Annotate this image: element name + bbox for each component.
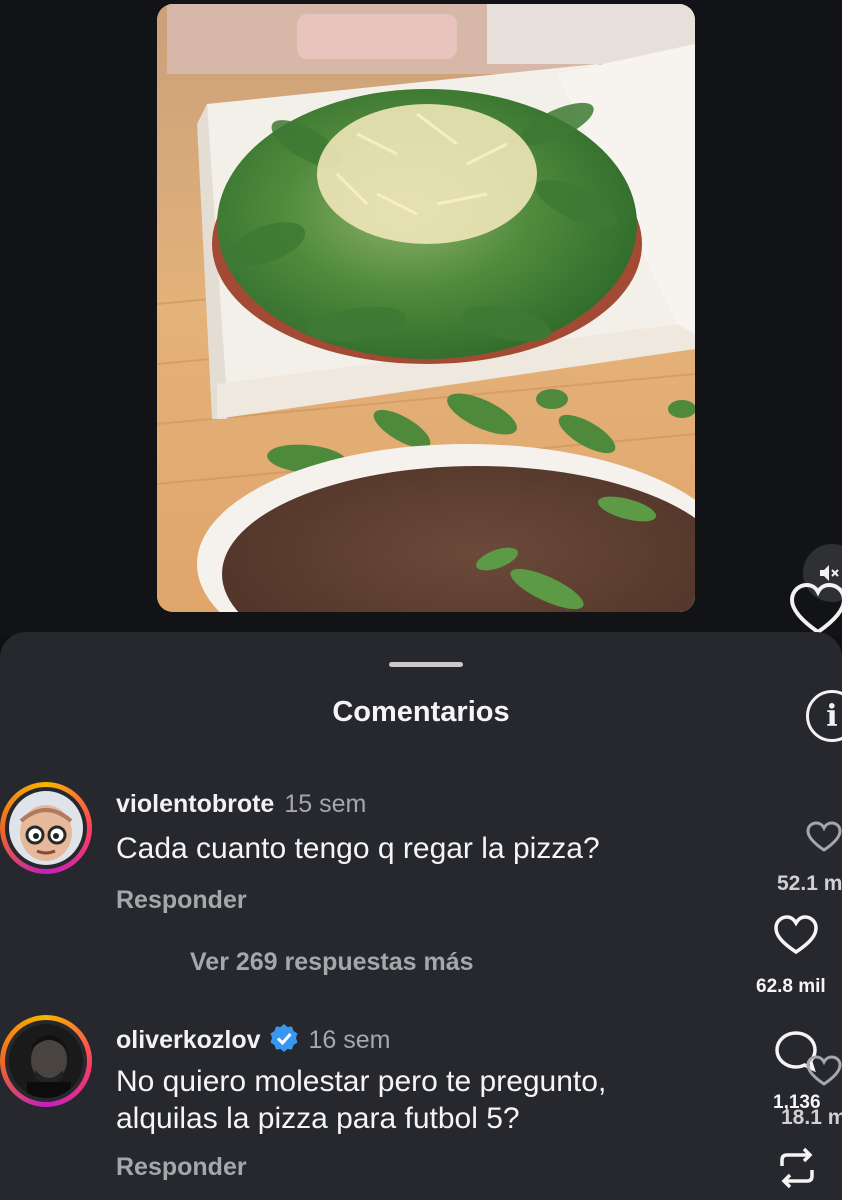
comment-text: Cada cuanto tengo q regar la pizza? <box>116 832 600 865</box>
reel-video[interactable] <box>157 4 695 612</box>
reply-button[interactable]: Responder <box>116 886 247 915</box>
comment-text-line: alquilas la pizza para futbol 5? <box>116 1102 520 1135</box>
username[interactable]: violentobrote <box>116 790 274 818</box>
timestamp: 15 sem <box>284 790 367 818</box>
username[interactable]: oliverkozlov <box>116 1026 261 1054</box>
comment-like-count: 18.1 m <box>781 1106 842 1129</box>
comment-like-count: 52.1 m <box>777 872 842 895</box>
verified-badge-icon <box>270 1024 297 1052</box>
timestamp: 16 sem <box>308 1026 391 1054</box>
comment-header: oliverkozlov 16 sem <box>116 1023 390 1055</box>
heart-icon[interactable] <box>788 580 842 640</box>
reel-like-count: 62.8 mil <box>756 976 826 997</box>
sheet-title: Comentarios <box>332 696 510 728</box>
view-more-replies-button[interactable]: Ver 269 respuestas más <box>190 948 474 977</box>
heart-icon[interactable] <box>805 1054 842 1088</box>
heart-icon[interactable] <box>773 914 819 956</box>
reply-button[interactable]: Responder <box>116 1153 247 1182</box>
comment-text-line: No quiero molestar pero te pregunto, <box>116 1065 607 1098</box>
avatar[interactable] <box>0 1015 92 1107</box>
heart-icon[interactable] <box>805 820 842 854</box>
comment-header: violentobrote 15 sem <box>116 790 366 819</box>
sheet-drag-handle[interactable] <box>389 662 463 667</box>
avatar[interactable] <box>0 782 92 874</box>
comment-text: No quiero molestar pero te pregunto, alq… <box>116 1063 746 1137</box>
comments-sheet: Comentarios i violentobrote 15 sem Cada … <box>0 632 842 1200</box>
repost-icon[interactable] <box>776 1146 818 1190</box>
